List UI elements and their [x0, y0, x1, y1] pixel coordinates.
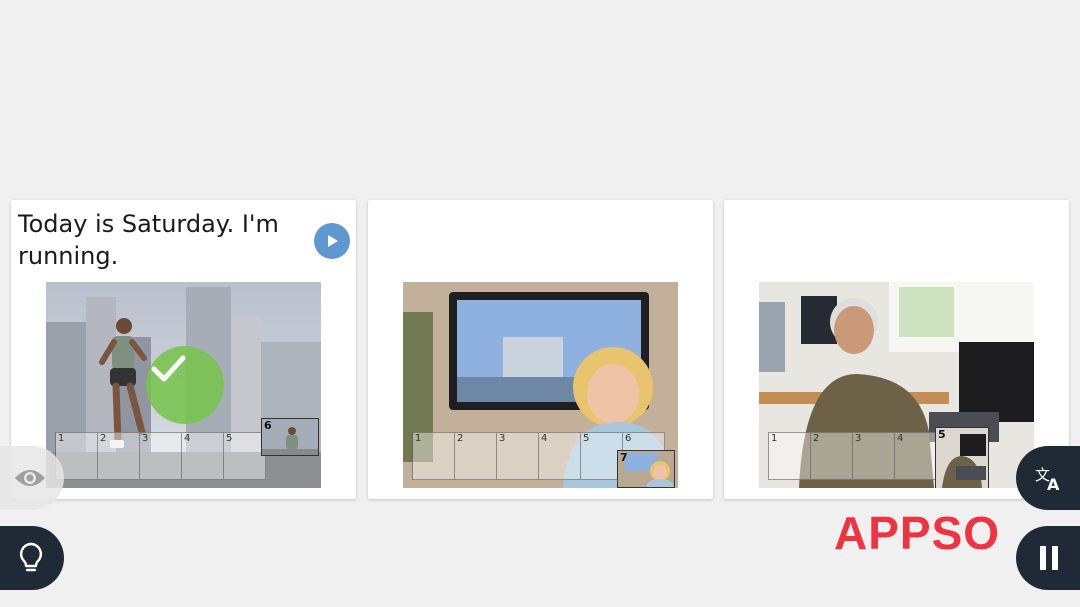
appso-logo: APPSO — [834, 507, 1001, 559]
lesson-card-1[interactable]: Today is Saturday. I'm running. 1 2 3 4 … — [11, 200, 356, 499]
pause-button[interactable] — [1016, 526, 1080, 590]
photo-runner[interactable]: 1 2 3 4 5 6 — [46, 282, 321, 488]
grid-cell[interactable]: 1 — [413, 432, 455, 480]
play-audio-button[interactable] — [314, 223, 350, 259]
grid-cell[interactable]: 2 — [455, 432, 497, 480]
grid-cell[interactable]: 4 — [895, 432, 937, 480]
correct-check — [146, 346, 224, 424]
translate-icon: 文 A — [1035, 466, 1060, 492]
svg-text:A: A — [1047, 475, 1060, 492]
grid-cell[interactable]: 3 — [497, 432, 539, 480]
grid-cell[interactable]: 3 — [140, 432, 182, 480]
frame-thumbnail[interactable]: 5 — [935, 427, 989, 488]
checkmark-icon — [151, 355, 186, 382]
prompt-text: Today is Saturday. I'm running. — [18, 210, 279, 270]
grid-cell[interactable]: 5 — [224, 432, 266, 480]
eye-icon — [15, 470, 45, 486]
photo-woman-tv[interactable]: 1 2 3 4 5 6 7 — [403, 282, 678, 488]
translate-button[interactable]: 文 A — [1016, 446, 1080, 510]
play-icon — [328, 235, 338, 247]
reveal-button[interactable] — [0, 446, 64, 510]
frame-grid: 1 2 3 4 — [768, 432, 937, 480]
lightbulb-icon — [19, 542, 43, 572]
frame-thumbnail[interactable]: 7 — [617, 450, 675, 488]
grid-cell[interactable]: 3 — [853, 432, 895, 480]
grid-cell[interactable]: 1 — [769, 432, 811, 480]
frame-thumbnail[interactable]: 6 — [261, 418, 319, 456]
frame-grid: 1 2 3 4 5 — [55, 432, 266, 480]
lesson-card-2[interactable]: 1 2 3 4 5 6 7 — [368, 200, 713, 499]
grid-cell[interactable]: 2 — [811, 432, 853, 480]
lesson-card-3[interactable]: 1 2 3 4 5 — [724, 200, 1069, 499]
hint-button[interactable] — [0, 526, 64, 590]
grid-cell[interactable]: 4 — [182, 432, 224, 480]
pause-icon — [1040, 546, 1058, 570]
photo-man-computer[interactable]: 1 2 3 4 5 — [759, 282, 1034, 488]
grid-cell[interactable]: 2 — [98, 432, 140, 480]
grid-cell[interactable]: 4 — [539, 432, 581, 480]
